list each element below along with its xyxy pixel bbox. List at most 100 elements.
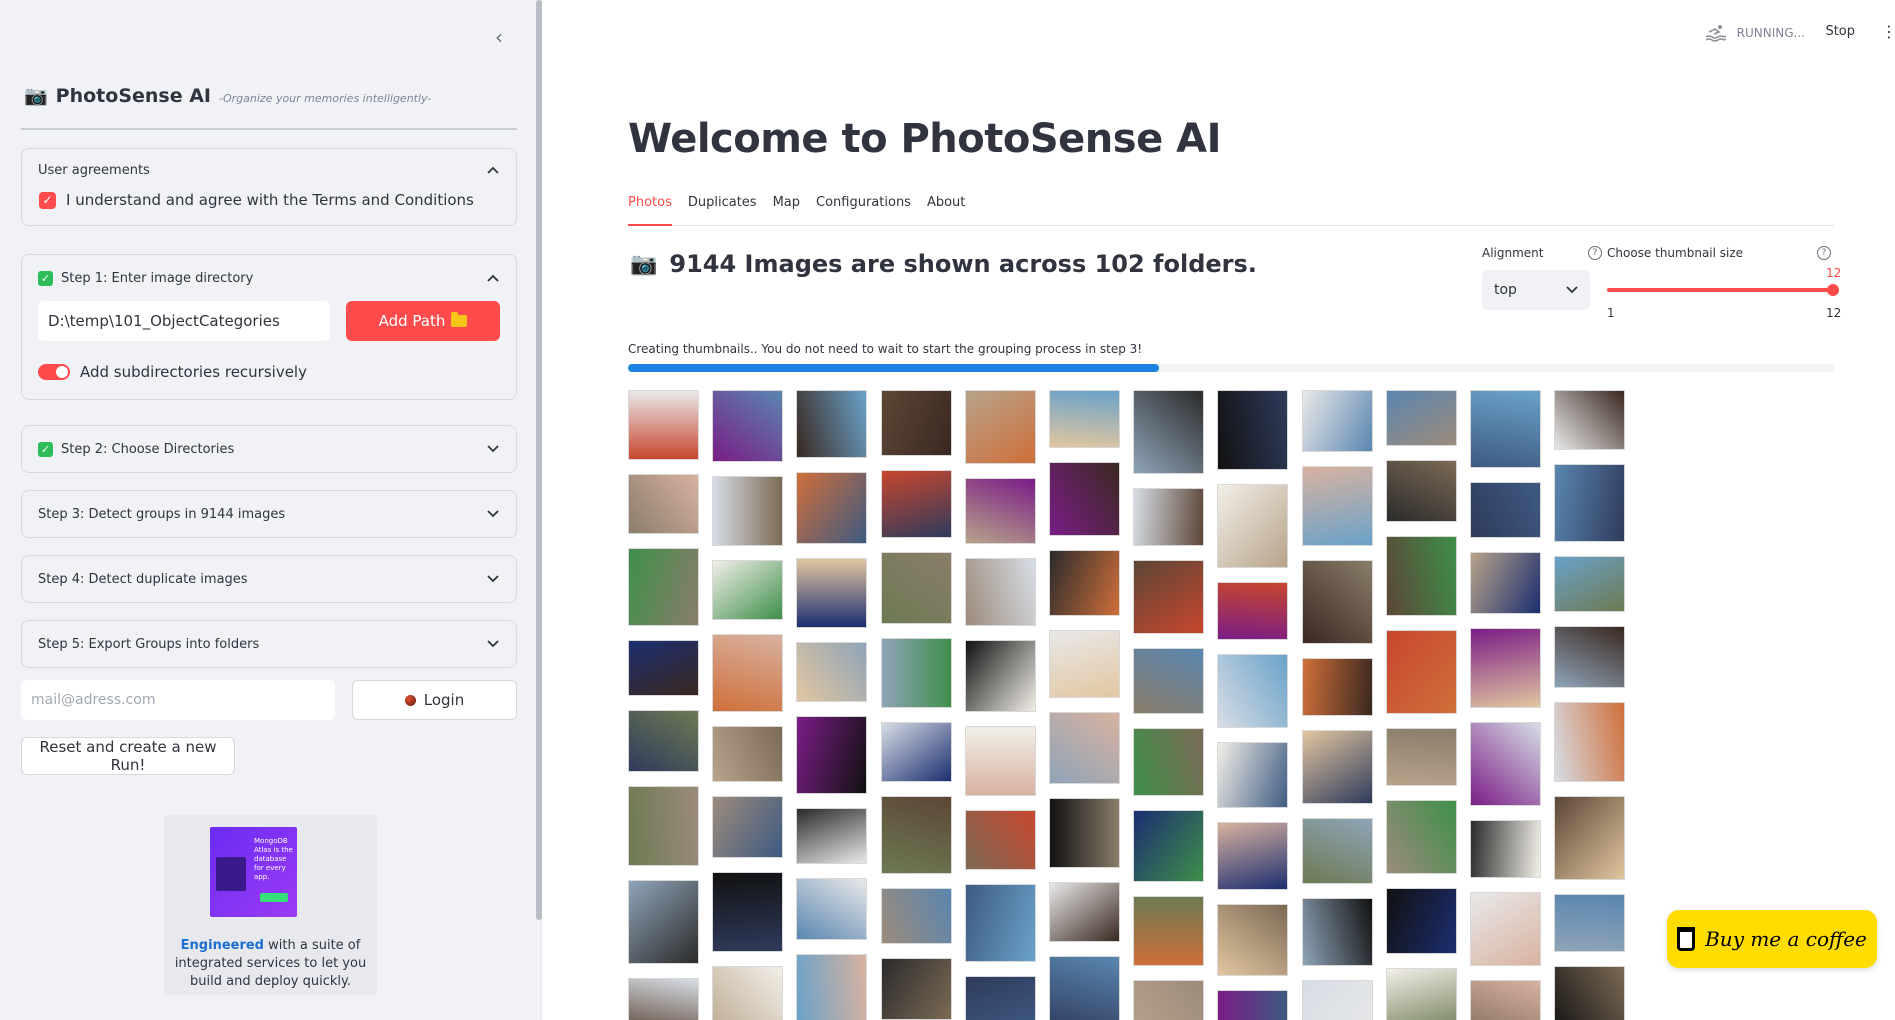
photo-thumbnail[interactable] xyxy=(712,634,784,712)
tab-about[interactable]: About xyxy=(927,192,965,226)
photo-thumbnail[interactable] xyxy=(1554,966,1626,1020)
photo-thumbnail[interactable] xyxy=(1133,728,1205,796)
photo-thumbnail[interactable] xyxy=(880,552,952,624)
photo-thumbnail[interactable] xyxy=(1217,582,1289,640)
photo-thumbnail[interactable] xyxy=(1133,896,1205,966)
photo-thumbnail[interactable] xyxy=(796,390,868,458)
slider-handle[interactable] xyxy=(1827,284,1839,296)
photo-thumbnail[interactable] xyxy=(1049,798,1120,868)
photo-thumbnail[interactable] xyxy=(1470,892,1541,966)
checkbox-checked-icon[interactable]: ✓ xyxy=(39,191,56,209)
tab-photos[interactable]: Photos xyxy=(628,192,672,226)
photo-thumbnail[interactable] xyxy=(1049,462,1120,536)
photo-thumbnail[interactable] xyxy=(796,878,868,940)
photo-thumbnail[interactable] xyxy=(628,880,699,964)
photo-thumbnail[interactable] xyxy=(1133,810,1205,882)
photo-thumbnail[interactable] xyxy=(712,796,784,858)
photo-thumbnail[interactable] xyxy=(1385,888,1457,954)
photo-thumbnail[interactable] xyxy=(796,954,868,1020)
photo-thumbnail[interactable] xyxy=(628,548,699,626)
photo-thumbnail[interactable] xyxy=(1554,894,1626,952)
ad-image[interactable]: MongoDB Atlas is the database for every … xyxy=(210,827,297,917)
photo-thumbnail[interactable] xyxy=(880,722,952,782)
expander-header-step2[interactable]: ✓ Step 2: Choose Directories xyxy=(22,426,516,472)
photo-thumbnail[interactable] xyxy=(1470,390,1541,468)
photo-thumbnail[interactable] xyxy=(1301,980,1373,1020)
photo-thumbnail[interactable] xyxy=(1049,550,1120,616)
photo-thumbnail[interactable] xyxy=(712,966,784,1020)
photo-thumbnail[interactable] xyxy=(1049,956,1120,1020)
photo-thumbnail[interactable] xyxy=(880,796,952,874)
photo-thumbnail[interactable] xyxy=(1554,796,1626,880)
photo-thumbnail[interactable] xyxy=(712,726,784,782)
photo-thumbnail[interactable] xyxy=(1133,980,1205,1020)
photo-thumbnail[interactable] xyxy=(880,390,952,456)
photo-thumbnail[interactable] xyxy=(1133,560,1205,634)
help-icon[interactable]: ? xyxy=(1588,246,1602,260)
photo-thumbnail[interactable] xyxy=(1554,390,1626,450)
add-path-button[interactable]: Add Path xyxy=(346,301,500,341)
photo-thumbnail[interactable] xyxy=(1470,980,1541,1020)
photo-thumbnail[interactable] xyxy=(1385,390,1457,446)
photo-thumbnail[interactable] xyxy=(1133,648,1205,714)
photo-thumbnail[interactable] xyxy=(1049,712,1120,784)
photo-thumbnail[interactable] xyxy=(880,470,952,538)
photo-thumbnail[interactable] xyxy=(628,474,699,534)
photo-thumbnail[interactable] xyxy=(712,390,784,462)
photo-thumbnail[interactable] xyxy=(1217,390,1289,470)
photo-thumbnail[interactable] xyxy=(1554,626,1626,688)
tab-configurations[interactable]: Configurations xyxy=(816,192,911,226)
photo-thumbnail[interactable] xyxy=(1301,730,1373,804)
photo-thumbnail[interactable] xyxy=(1554,556,1626,612)
reset-run-button[interactable]: Reset and create a new Run! xyxy=(21,737,235,775)
image-directory-input[interactable] xyxy=(38,301,330,341)
photo-thumbnail[interactable] xyxy=(1301,466,1373,546)
expander-header-step4[interactable]: Step 4: Detect duplicate images xyxy=(22,556,516,602)
thumbnail-size-slider[interactable] xyxy=(1607,284,1839,296)
photo-thumbnail[interactable] xyxy=(796,642,868,702)
photo-thumbnail[interactable] xyxy=(1385,968,1457,1020)
photo-thumbnail[interactable] xyxy=(1301,898,1373,966)
sponsor-ad[interactable]: MongoDB Atlas is the database for every … xyxy=(164,815,377,995)
expander-header-step3[interactable]: Step 3: Detect groups in 9144 images xyxy=(22,491,516,537)
main-menu-icon[interactable]: ⋮ xyxy=(1881,22,1895,42)
photo-thumbnail[interactable] xyxy=(796,558,868,628)
photo-thumbnail[interactable] xyxy=(1470,820,1541,878)
collapse-sidebar-icon[interactable]: ‹ xyxy=(488,26,510,48)
photo-thumbnail[interactable] xyxy=(1470,482,1541,538)
photo-thumbnail[interactable] xyxy=(1217,484,1289,568)
photo-thumbnail[interactable] xyxy=(1554,702,1626,782)
photo-thumbnail[interactable] xyxy=(796,716,868,794)
agree-checkbox-row[interactable]: ✓ I understand and agree with the Terms … xyxy=(22,191,516,225)
photo-thumbnail[interactable] xyxy=(1385,800,1457,874)
photo-thumbnail[interactable] xyxy=(1049,882,1120,942)
photo-thumbnail[interactable] xyxy=(1470,628,1541,708)
photo-thumbnail[interactable] xyxy=(964,810,1036,870)
stop-button[interactable]: Stop xyxy=(1825,24,1855,39)
expander-header-step1[interactable]: ✓ Step 1: Enter image directory xyxy=(22,255,516,301)
photo-thumbnail[interactable] xyxy=(712,476,784,546)
photo-thumbnail[interactable] xyxy=(964,640,1036,712)
photo-thumbnail[interactable] xyxy=(628,710,699,772)
tab-map[interactable]: Map xyxy=(773,192,800,226)
photo-thumbnail[interactable] xyxy=(1385,728,1457,786)
photo-thumbnail[interactable] xyxy=(964,558,1036,626)
photo-thumbnail[interactable] xyxy=(1554,464,1626,542)
photo-thumbnail[interactable] xyxy=(628,390,699,460)
photo-thumbnail[interactable] xyxy=(1217,990,1289,1020)
photo-thumbnail[interactable] xyxy=(1301,390,1373,452)
photo-thumbnail[interactable] xyxy=(1217,742,1289,808)
photo-thumbnail[interactable] xyxy=(1385,630,1457,714)
photo-thumbnail[interactable] xyxy=(1385,536,1457,616)
recursive-toggle-row[interactable]: Add subdirectories recursively xyxy=(22,341,516,399)
photo-thumbnail[interactable] xyxy=(964,976,1036,1020)
recursive-toggle[interactable] xyxy=(38,364,70,380)
photo-thumbnail[interactable] xyxy=(1133,390,1205,474)
photo-thumbnail[interactable] xyxy=(1301,818,1373,884)
photo-thumbnail[interactable] xyxy=(964,726,1036,796)
photo-thumbnail[interactable] xyxy=(1133,488,1205,546)
help-icon[interactable]: ? xyxy=(1817,246,1831,260)
photo-thumbnail[interactable] xyxy=(1217,822,1289,890)
photo-thumbnail[interactable] xyxy=(1470,552,1541,614)
tab-duplicates[interactable]: Duplicates xyxy=(688,192,757,226)
